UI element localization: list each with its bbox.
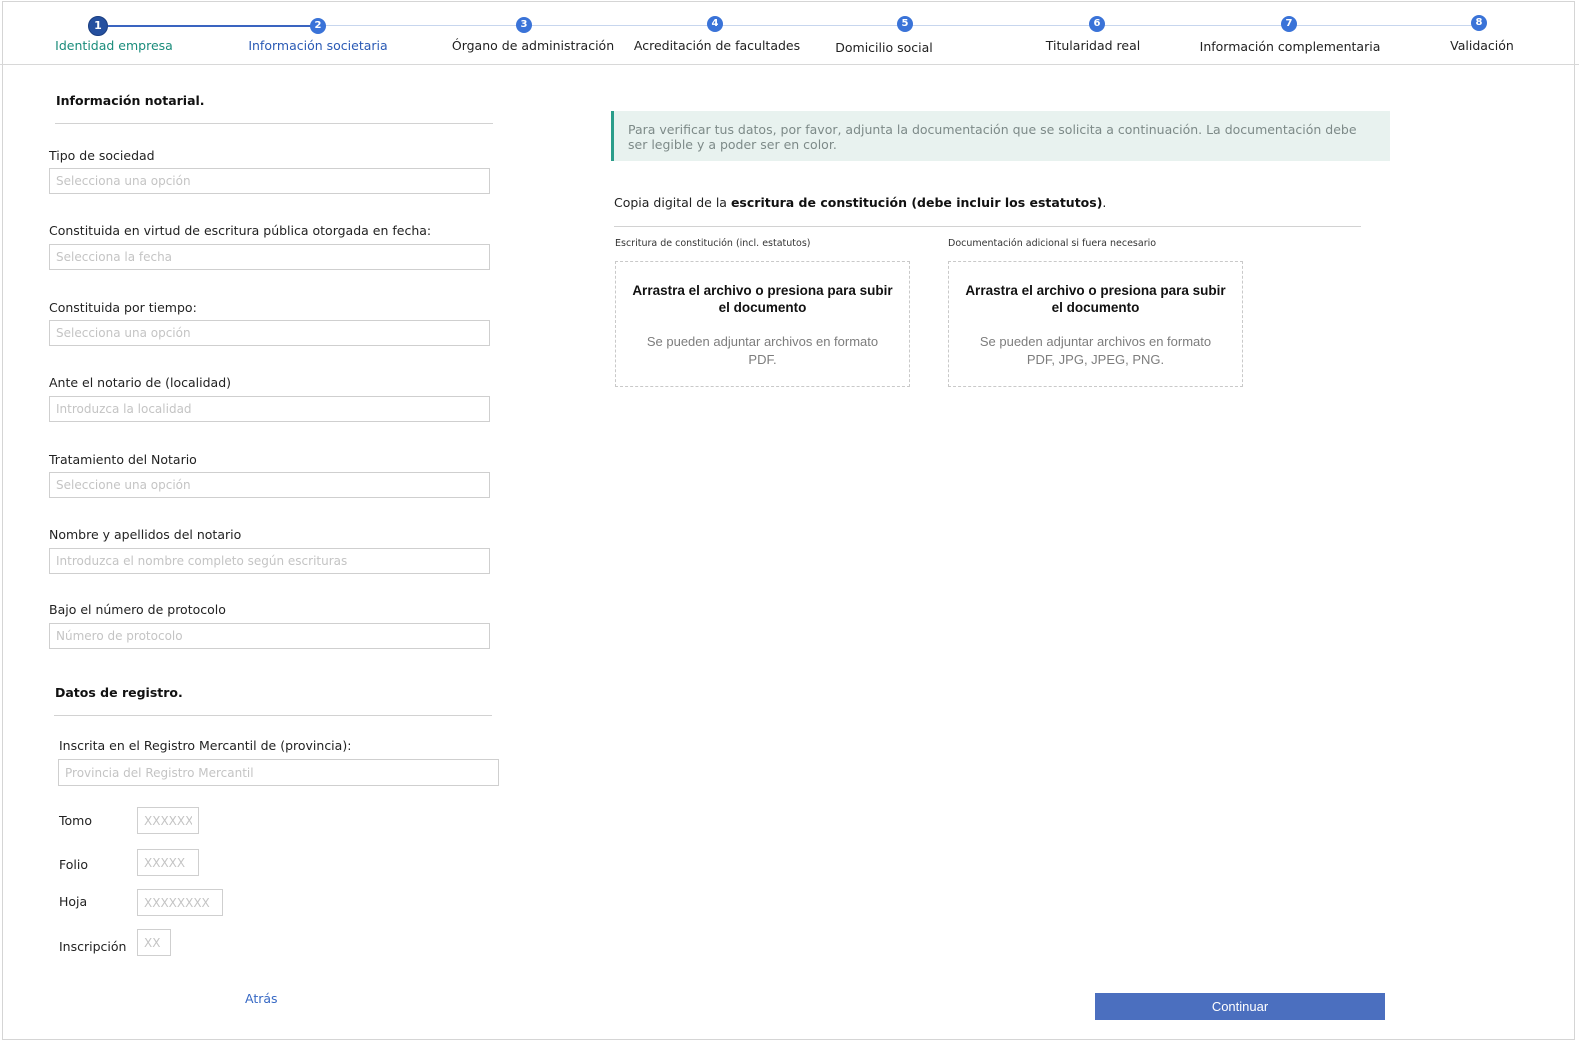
step-6-indicator[interactable]: 6 (1089, 16, 1105, 32)
tomo-label: Tomo (59, 813, 92, 828)
step-2-indicator[interactable]: 2 (310, 18, 326, 34)
step-3-label[interactable]: Órgano de administración (452, 38, 614, 53)
company-type-select[interactable] (49, 168, 490, 194)
step-4-label[interactable]: Acreditación de facultades (634, 38, 800, 53)
step-8-label[interactable]: Validación (1450, 38, 1514, 53)
step-7-label[interactable]: Información complementaria (1200, 39, 1381, 54)
duration-select[interactable] (49, 320, 490, 346)
protocol-number-input[interactable] (49, 623, 490, 649)
step-8-indicator[interactable]: 8 (1471, 15, 1487, 31)
protocol-number-label: Bajo el número de protocolo (49, 602, 226, 617)
section-divider (55, 123, 493, 124)
dropzone-formats: Se pueden adjuntar archivos en formato P… (646, 334, 879, 367)
duration-label: Constituida por tiempo: (49, 300, 197, 315)
step-1-label[interactable]: Identidad empresa (55, 38, 173, 53)
dropzone-formats: Se pueden adjuntar archivos en formato P… (979, 334, 1212, 367)
tomo-input[interactable] (137, 807, 199, 834)
section-divider (614, 226, 1361, 227)
step-6-label[interactable]: Titularidad real (1046, 38, 1140, 53)
upload-title-suffix: . (1102, 195, 1107, 210)
additional-upload-label: Documentación adicional si fuera necesar… (948, 238, 1157, 249)
upload-title-bold: escritura de constitución (debe incluir … (730, 195, 1103, 210)
notary-name-input[interactable] (49, 548, 490, 574)
step-1-indicator[interactable]: 1 (88, 16, 108, 36)
upload-section-title: Copia digital de la escritura de constit… (614, 195, 1106, 210)
step-connector (108, 25, 318, 27)
notary-locality-label: Ante el notario de (localidad) (49, 375, 232, 390)
notary-locality-input[interactable] (49, 396, 490, 422)
notary-title-label: Tratamiento del Notario (49, 452, 197, 467)
hoja-label: Hoja (59, 894, 88, 909)
back-link[interactable]: Atrás (245, 991, 278, 1006)
deed-upload-label: Escritura de constitución (incl. estatut… (615, 238, 811, 249)
step-3-indicator[interactable]: 3 (516, 17, 532, 33)
progress-stepper: 1 Identidad empresa 2 Información societ… (0, 0, 1579, 65)
step-2-label[interactable]: Información societaria (248, 38, 387, 53)
dropzone-instruction: Arrastra el archivo o presiona para subi… (632, 283, 893, 315)
notarial-section-title: Información notarial. (56, 93, 205, 108)
folio-input[interactable] (137, 849, 199, 876)
notary-name-label: Nombre y apellidos del notario (49, 527, 242, 542)
section-divider (54, 715, 492, 716)
folio-label: Folio (59, 857, 88, 872)
step-7-indicator[interactable]: 7 (1281, 16, 1297, 32)
notary-title-select[interactable] (49, 472, 490, 498)
step-5-indicator[interactable]: 5 (897, 16, 913, 32)
upload-title-prefix: Copia digital de la (614, 195, 731, 210)
step-4-indicator[interactable]: 4 (707, 16, 723, 32)
continue-button[interactable]: Continuar (1095, 993, 1385, 1020)
hoja-input[interactable] (137, 889, 223, 916)
inscripcion-input[interactable] (137, 929, 171, 956)
registry-province-input[interactable] (58, 759, 499, 786)
additional-dropzone[interactable]: Arrastra el archivo o presiona para subi… (948, 261, 1243, 387)
dropzone-instruction: Arrastra el archivo o presiona para subi… (965, 283, 1226, 315)
deed-dropzone[interactable]: Arrastra el archivo o presiona para subi… (615, 261, 910, 387)
registry-section-title: Datos de registro. (55, 685, 183, 700)
info-banner: Para verificar tus datos, por favor, adj… (611, 111, 1390, 161)
deed-date-picker[interactable] (49, 244, 490, 270)
inscripcion-label: Inscripción (59, 939, 127, 954)
deed-date-label: Constituida en virtud de escritura públi… (49, 223, 432, 238)
info-banner-text: Para verificar tus datos, por favor, adj… (628, 122, 1357, 152)
company-type-label: Tipo de sociedad (49, 148, 155, 163)
registry-province-label: Inscrita en el Registro Mercantil de (pr… (59, 738, 352, 753)
step-5-label[interactable]: Domicilio social (835, 40, 932, 55)
